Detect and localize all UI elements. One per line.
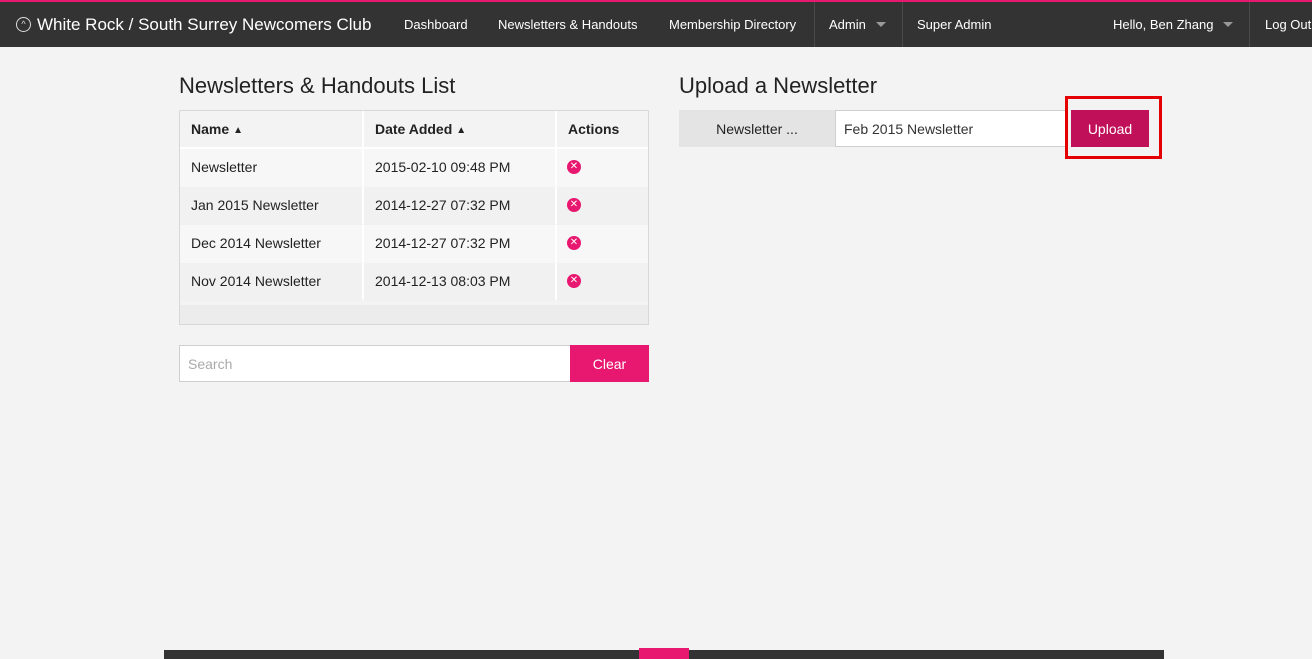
caret-down-icon xyxy=(1223,22,1234,27)
nav-membership-directory[interactable]: Membership Directory xyxy=(669,2,796,47)
nav-admin-dropdown[interactable]: Admin xyxy=(829,2,886,47)
upload-button[interactable]: Upload xyxy=(1071,110,1149,147)
delete-icon[interactable]: ✕ xyxy=(567,160,581,174)
table-row: Newsletter 2015-02-10 09:48 PM ✕ xyxy=(180,149,648,187)
nav-newsletters[interactable]: Newsletters & Handouts xyxy=(498,2,637,47)
row-name[interactable]: Dec 2014 Newsletter xyxy=(180,225,364,263)
nav-super-admin[interactable]: Super Admin xyxy=(917,2,991,47)
nav-admin-label: Admin xyxy=(829,17,866,32)
upload-title: Upload a Newsletter xyxy=(679,73,878,98)
delete-icon[interactable]: ✕ xyxy=(567,236,581,250)
list-title: Newsletters & Handouts List xyxy=(179,73,456,98)
newsletter-name-input[interactable] xyxy=(835,110,1067,147)
nav-logout[interactable]: Log Out xyxy=(1265,2,1311,47)
table-footer xyxy=(180,305,648,324)
caret-down-icon xyxy=(875,22,886,27)
row-date: 2014-12-27 07:32 PM xyxy=(364,187,557,225)
newsletters-table: Name ▲︎ Date Added ▲︎ Actions Newsletter 2… xyxy=(180,111,648,301)
clear-button[interactable]: Clear xyxy=(570,345,649,382)
sort-icon: ▲︎ xyxy=(456,125,467,136)
nav-dashboard[interactable]: Dashboard xyxy=(404,2,468,47)
user-menu-dropdown[interactable]: Hello, Ben Zhang xyxy=(1113,2,1234,47)
file-chooser-button[interactable]: Newsletter ... xyxy=(679,110,835,147)
brand-title: White Rock / South Surrey Newcomers Club xyxy=(37,14,372,34)
row-date: 2014-12-27 07:32 PM xyxy=(364,225,557,263)
nav-divider xyxy=(1249,2,1250,47)
column-header-actions: Actions xyxy=(557,111,648,149)
table-row: Jan 2015 Newsletter 2014-12-27 07:32 PM … xyxy=(180,187,648,225)
newsletters-table-container: Name ▲︎ Date Added ▲︎ Actions Newsletter 2… xyxy=(179,110,649,325)
footer-accent xyxy=(639,648,689,659)
column-header-date[interactable]: Date Added ▲︎ xyxy=(364,111,557,149)
sort-icon: ▲︎ xyxy=(233,125,244,136)
nav-divider xyxy=(814,2,815,47)
row-date: 2014-12-13 08:03 PM xyxy=(364,263,557,301)
column-header-name-label: Name xyxy=(191,121,230,137)
table-row: Dec 2014 Newsletter 2014-12-27 07:32 PM … xyxy=(180,225,648,263)
brand-link[interactable]: ^ White Rock / South Surrey Newcomers Cl… xyxy=(16,2,371,47)
table-row: Nov 2014 Newsletter 2014-12-13 08:03 PM … xyxy=(180,263,648,301)
search-input[interactable] xyxy=(179,345,571,382)
column-header-date-label: Date Added xyxy=(375,121,453,137)
row-name[interactable]: Jan 2015 Newsletter xyxy=(180,187,364,225)
nav-divider xyxy=(902,2,903,47)
row-name[interactable]: Nov 2014 Newsletter xyxy=(180,263,364,301)
top-navbar: ^ White Rock / South Surrey Newcomers Cl… xyxy=(0,0,1312,47)
row-date: 2015-02-10 09:48 PM xyxy=(364,149,557,187)
chevron-up-circle-icon: ^ xyxy=(16,17,31,32)
delete-icon[interactable]: ✕ xyxy=(567,198,581,212)
delete-icon[interactable]: ✕ xyxy=(567,274,581,288)
user-greeting: Hello, Ben Zhang xyxy=(1113,17,1214,32)
row-name[interactable]: Newsletter xyxy=(180,149,364,187)
column-header-name[interactable]: Name ▲︎ xyxy=(180,111,364,149)
